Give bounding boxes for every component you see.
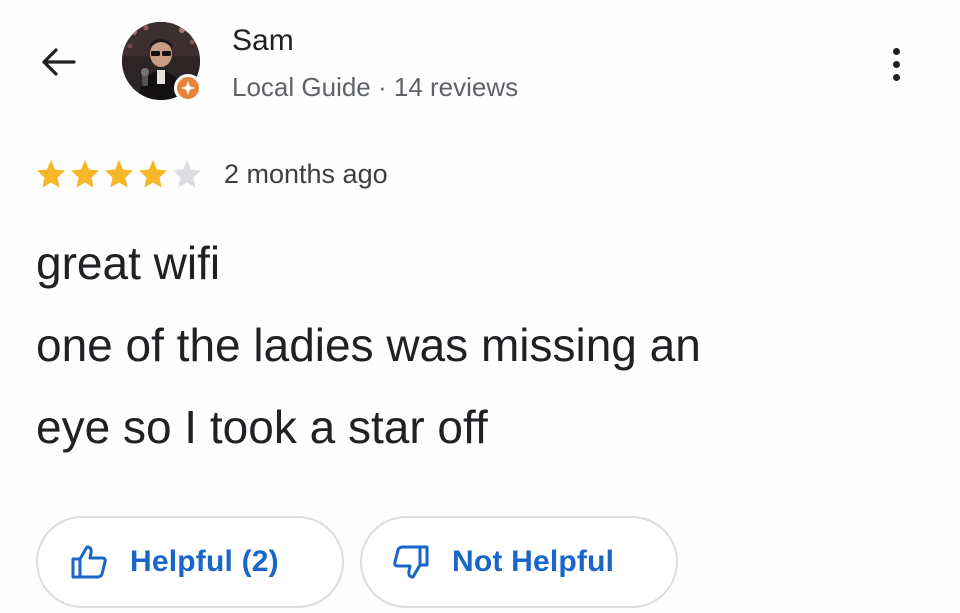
review-date: 2 months ago [224,158,388,189]
review-text: great wifi one of the ladies was missing… [36,222,926,468]
thumb-down-icon [392,544,430,580]
more-vert-icon [892,47,900,55]
rating-row: 2 months ago [34,156,388,192]
star-empty-icon [173,160,201,188]
star-filled-icon [139,160,167,188]
not-helpful-button[interactable]: Not Helpful [360,516,678,608]
helpful-button[interactable]: Helpful (2) [36,516,344,608]
more-options-button[interactable] [874,40,918,88]
star-rating [34,159,204,189]
not-helpful-label: Not Helpful [452,545,615,578]
review-screen: Sam Local Guide · 14 reviews 2 months ag… [0,0,960,613]
reviewer-avatar[interactable] [122,22,202,102]
local-guide-badge-icon [174,74,202,102]
star-filled-icon [37,160,65,188]
review-line: eye so I took a star off [36,401,488,453]
star-filled-icon [105,160,133,188]
reviewer-name[interactable]: Sam [232,24,294,58]
helpful-label: Helpful (2) [130,545,279,578]
review-line: great wifi [36,237,221,289]
back-button[interactable] [36,40,80,84]
arrow-left-icon [42,48,76,76]
thumb-up-icon [70,544,108,580]
reviewer-meta: Local Guide · 14 reviews [232,72,519,102]
review-line: one of the ladies was missing an [36,319,701,371]
star-filled-icon [71,160,99,188]
